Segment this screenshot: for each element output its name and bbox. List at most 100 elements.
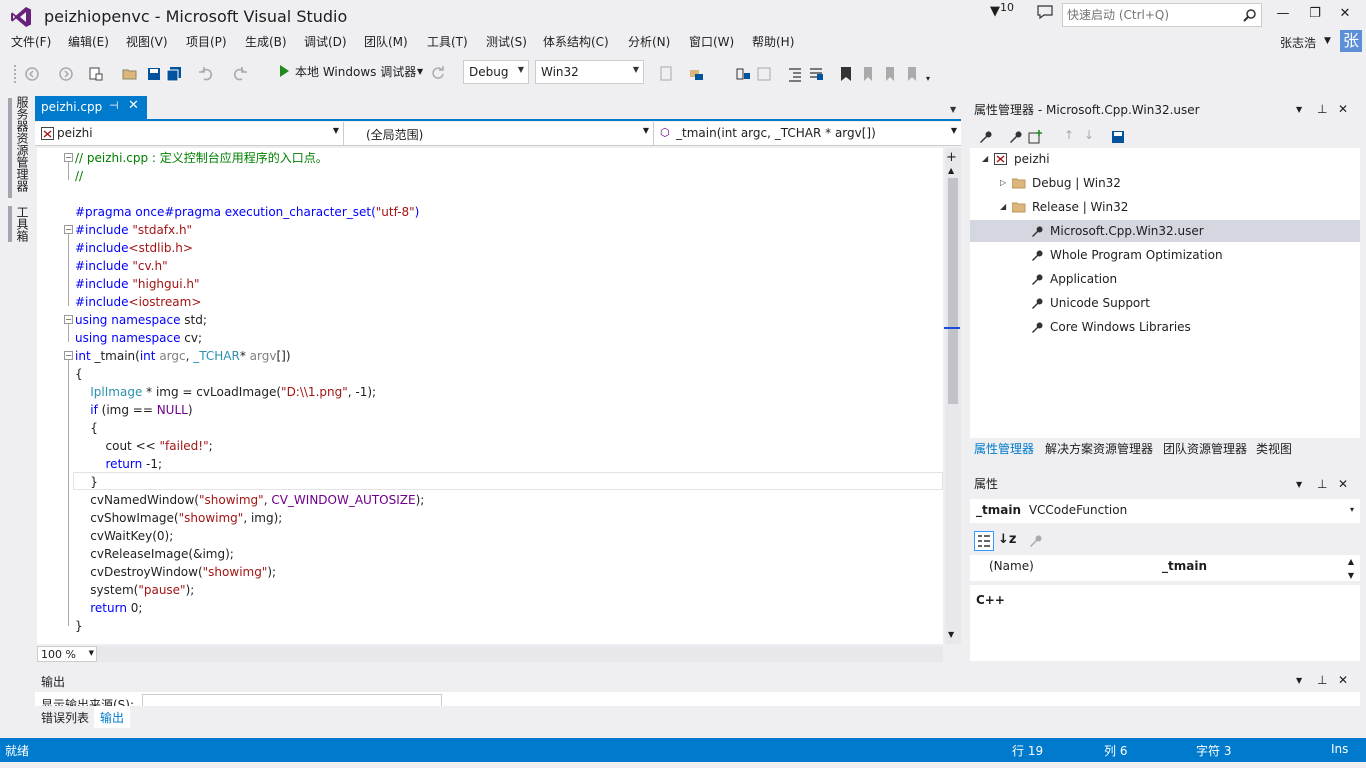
object-browser-icon[interactable] — [756, 66, 772, 82]
document-tab-label[interactable]: peizhi.cpp — [41, 100, 102, 114]
collapse-icon[interactable]: ◢ — [1000, 196, 1006, 218]
toolbar-overflow-icon[interactable]: ▾ — [926, 74, 930, 83]
split-window-icon[interactable]: + — [946, 150, 957, 165]
comment-lines-icon[interactable] — [808, 66, 824, 82]
menu-debug[interactable]: 调试(D) — [304, 33, 347, 50]
code-line[interactable]: #include "highgui.h" — [75, 275, 200, 293]
scroll-up-icon[interactable]: ▲ — [948, 166, 954, 175]
tab-team-explorer[interactable]: 团队资源管理器 — [1163, 440, 1247, 457]
pin-icon[interactable]: ⊥ — [1317, 673, 1327, 687]
tab-property-manager[interactable]: 属性管理器 — [974, 440, 1034, 457]
move-down-icon[interactable]: ↓ — [1084, 128, 1094, 142]
pin-icon[interactable]: ⊥ — [1317, 477, 1327, 491]
next-bookmark-icon[interactable] — [882, 66, 898, 82]
sort-alphabetical-icon[interactable]: ↓z — [998, 532, 1016, 547]
code-line[interactable]: IplImage * img = cvLoadImage("D:\\1.png"… — [75, 383, 376, 401]
panel-menu-chevron-icon[interactable]: ▼ — [1296, 480, 1302, 489]
collapse-outline-icon[interactable]: − — [64, 153, 73, 162]
quick-launch-input[interactable] — [1063, 4, 1233, 26]
code-line[interactable]: { — [75, 419, 98, 437]
property-name[interactable]: (Name) — [989, 559, 1034, 573]
start-debugger-button[interactable]: 本地 Windows 调试器 — [295, 63, 416, 80]
tab-server-explorer[interactable]: 服务器资源管理器 — [14, 96, 31, 192]
tab-output[interactable]: 输出 — [94, 706, 131, 728]
code-line[interactable]: int _tmain(int argc, _TCHAR* argv[]) — [75, 347, 291, 365]
code-line[interactable]: return -1; — [75, 455, 163, 473]
tab-error-list[interactable]: 错误列表 — [41, 709, 89, 726]
menu-view[interactable]: 视图(V) — [126, 33, 168, 50]
clear-bookmarks-icon[interactable] — [904, 66, 920, 82]
collapse-outline-icon[interactable]: − — [64, 351, 73, 360]
undo-icon[interactable] — [198, 66, 214, 82]
tree-item[interactable]: Application — [970, 268, 1360, 290]
property-value[interactable]: _tmain — [1162, 559, 1207, 573]
save-icon[interactable] — [146, 66, 162, 82]
redo-icon[interactable] — [232, 66, 248, 82]
class-view-icon[interactable] — [736, 66, 752, 82]
scrollbar-thumb[interactable] — [948, 178, 958, 404]
indent-icon[interactable] — [787, 66, 803, 82]
code-line[interactable]: // peizhi.cpp : 定义控制台应用程序的入口点。 — [75, 149, 328, 167]
close-window-button[interactable]: ✕ — [1332, 6, 1358, 24]
code-line[interactable]: cvShowImage("showimg", img); — [75, 509, 282, 527]
tab-solution-explorer[interactable]: 解决方案资源管理器 — [1045, 440, 1153, 457]
expand-icon[interactable]: ▷ — [1000, 172, 1006, 194]
project-dropdown[interactable]: peizhi ▼ — [35, 122, 344, 145]
find-in-files-icon[interactable] — [660, 66, 674, 82]
minimize-button[interactable]: — — [1270, 6, 1296, 24]
code-line[interactable]: using namespace std; — [75, 311, 207, 329]
play-icon[interactable] — [280, 65, 289, 77]
pin-icon[interactable]: ⊣ — [109, 99, 119, 112]
solution-explorer-icon[interactable] — [689, 66, 705, 82]
editor-horizontal-scrollbar[interactable] — [97, 646, 943, 662]
menu-build[interactable]: 生成(B) — [245, 33, 287, 50]
menu-file[interactable]: 文件(F) — [11, 33, 51, 50]
code-line[interactable]: #include<iostream> — [75, 293, 201, 311]
tree-item[interactable]: Microsoft.Cpp.Win32.user — [970, 220, 1360, 242]
code-line[interactable]: #pragma once#pragma execution_character_… — [75, 203, 419, 221]
code-line[interactable]: cvWaitKey(0); — [75, 527, 173, 545]
panel-menu-chevron-icon[interactable]: ▼ — [1296, 105, 1302, 114]
tree-item[interactable]: ◢ Release | Win32 — [970, 196, 1360, 218]
solution-platform-select[interactable]: Win32 ▼ — [535, 60, 644, 84]
code-editor[interactable]: − − − − // peizhi.cpp : 定义控制台应用程序的入口点。 //… — [37, 148, 943, 644]
property-pages-icon[interactable] — [1028, 534, 1042, 548]
quick-launch-box[interactable] — [1062, 3, 1262, 27]
navigate-back-icon[interactable] — [24, 66, 40, 82]
code-line[interactable]: cout << "failed!"; — [75, 437, 213, 455]
previous-bookmark-icon[interactable] — [860, 66, 876, 82]
pin-icon[interactable]: ⊥ — [1317, 102, 1327, 116]
code-line[interactable]: cvDestroyWindow("showimg"); — [75, 563, 276, 581]
collapse-outline-icon[interactable]: − — [64, 225, 73, 234]
menu-edit[interactable]: 编辑(E) — [68, 33, 109, 50]
menu-tools[interactable]: 工具(T) — [427, 33, 468, 50]
code-line[interactable]: // — [75, 167, 83, 185]
close-panel-icon[interactable]: ✕ — [1338, 102, 1348, 116]
close-tab-icon[interactable]: ✕ — [128, 98, 139, 113]
navigate-forward-icon[interactable] — [58, 66, 74, 82]
scope-dropdown[interactable]: (全局范围) ▼ — [346, 122, 654, 145]
close-panel-icon[interactable]: ✕ — [1338, 477, 1348, 491]
avatar[interactable]: 张 — [1340, 30, 1362, 52]
code-line[interactable]: return 0; — [75, 599, 142, 617]
tree-item[interactable]: Whole Program Optimization — [970, 244, 1360, 266]
solution-configuration-select[interactable]: Debug ▼ — [463, 60, 529, 84]
add-existing-property-sheet-icon[interactable] — [1028, 130, 1042, 144]
save-icon[interactable] — [1111, 130, 1125, 144]
code-line[interactable]: system("pause"); — [75, 581, 194, 599]
open-file-icon[interactable] — [122, 66, 138, 82]
refresh-icon[interactable] — [431, 66, 445, 80]
user-name[interactable]: 张志浩 — [1280, 34, 1316, 51]
tree-item[interactable]: Core Windows Libraries — [970, 316, 1360, 338]
tree-item[interactable]: ▷ Debug | Win32 — [970, 172, 1360, 194]
collapse-outline-icon[interactable]: − — [64, 315, 73, 324]
zoom-level-select[interactable]: 100 % ▼ — [37, 646, 97, 662]
menu-team[interactable]: 团队(M) — [364, 33, 408, 50]
code-line[interactable]: cvReleaseImage(&img); — [75, 545, 234, 563]
collapse-icon[interactable]: ◢ — [982, 148, 988, 170]
tab-overflow-icon[interactable]: ▼ — [950, 105, 956, 114]
move-up-icon[interactable]: ↑ — [1064, 128, 1074, 142]
menu-window[interactable]: 窗口(W) — [689, 33, 734, 50]
menu-test[interactable]: 测试(S) — [486, 33, 527, 50]
scroll-down-icon[interactable]: ▼ — [948, 630, 954, 639]
